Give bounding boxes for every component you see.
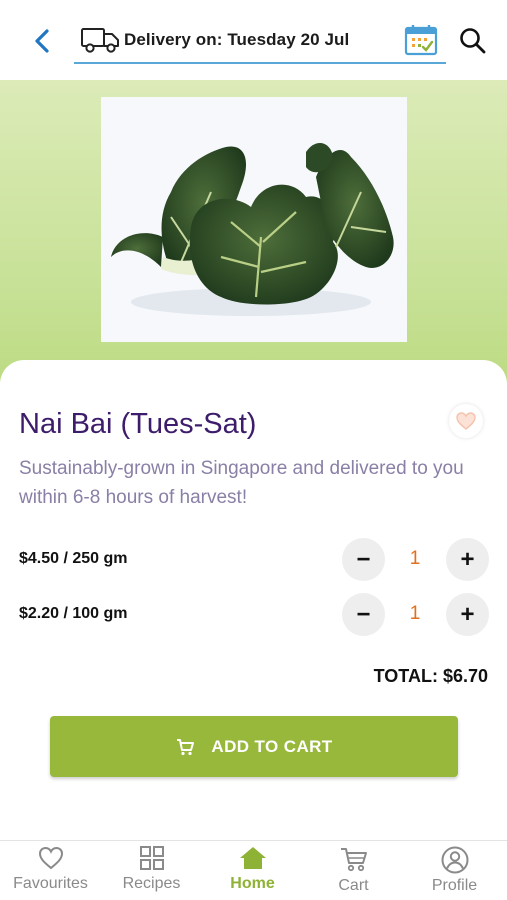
grid-icon [139, 846, 164, 870]
product-description: Sustainably-grown in Singapore and deliv… [19, 458, 464, 508]
back-arrow-icon [35, 29, 49, 53]
quantity-value: 1 [409, 548, 421, 569]
tab-label: Favourites [13, 875, 88, 892]
add-to-cart-label: ADD TO CART [211, 736, 333, 756]
tab-profile[interactable]: Profile [404, 841, 505, 900]
quantity-value: 1 [409, 603, 421, 624]
decrease-quantity-button[interactable]: − [342, 593, 385, 636]
tab-home[interactable]: Home [202, 841, 303, 900]
price-option-label: $2.20 / 100 gm [19, 605, 128, 622]
search-icon[interactable] [458, 26, 488, 56]
bottom-tab-bar: Favourites Recipes Home Cart Profile [0, 840, 507, 900]
favourite-button[interactable] [449, 404, 483, 438]
cart-icon [340, 848, 367, 872]
delivery-date-text: Delivery on: Tuesday 20 Jul [124, 30, 350, 49]
heart-icon [38, 846, 63, 870]
price-option-row: $2.20 / 100 gm − 1 + [19, 593, 489, 637]
delivery-date-selector[interactable]: Delivery on: Tuesday 20 Jul [74, 18, 446, 64]
top-header: Delivery on: Tuesday 20 Jul [0, 0, 507, 80]
tab-favourites[interactable]: Favourites [0, 841, 101, 900]
calendar-icon[interactable] [404, 24, 438, 56]
price-option-label: $4.50 / 250 gm [19, 550, 128, 567]
profile-icon [441, 846, 468, 874]
back-button[interactable] [26, 24, 58, 58]
heart-icon [456, 412, 476, 430]
product-title: Nai Bai (Tues-Sat) [19, 408, 257, 440]
decrease-quantity-button[interactable]: − [342, 538, 385, 581]
bok-choy-illustration [111, 142, 394, 316]
product-image [101, 97, 407, 342]
tab-label: Cart [338, 877, 369, 894]
order-total: TOTAL: $6.70 [373, 666, 488, 686]
increase-quantity-button[interactable]: + [446, 593, 489, 636]
tab-recipes[interactable]: Recipes [101, 841, 202, 900]
increase-quantity-button[interactable]: + [446, 538, 489, 581]
tab-label: Profile [431, 877, 478, 894]
tab-label: Recipes [122, 875, 181, 892]
home-icon [239, 847, 266, 869]
cart-icon [177, 738, 195, 755]
product-hero [0, 80, 507, 390]
truck-icon [81, 28, 119, 53]
product-details-card: Nai Bai (Tues-Sat) Sustainably-grown in … [0, 360, 507, 840]
price-option-row: $4.50 / 250 gm − 1 + [19, 538, 489, 582]
add-to-cart-button[interactable]: ADD TO CART [50, 716, 458, 777]
tab-cart[interactable]: Cart [303, 841, 404, 900]
tab-label: Home [230, 875, 275, 892]
